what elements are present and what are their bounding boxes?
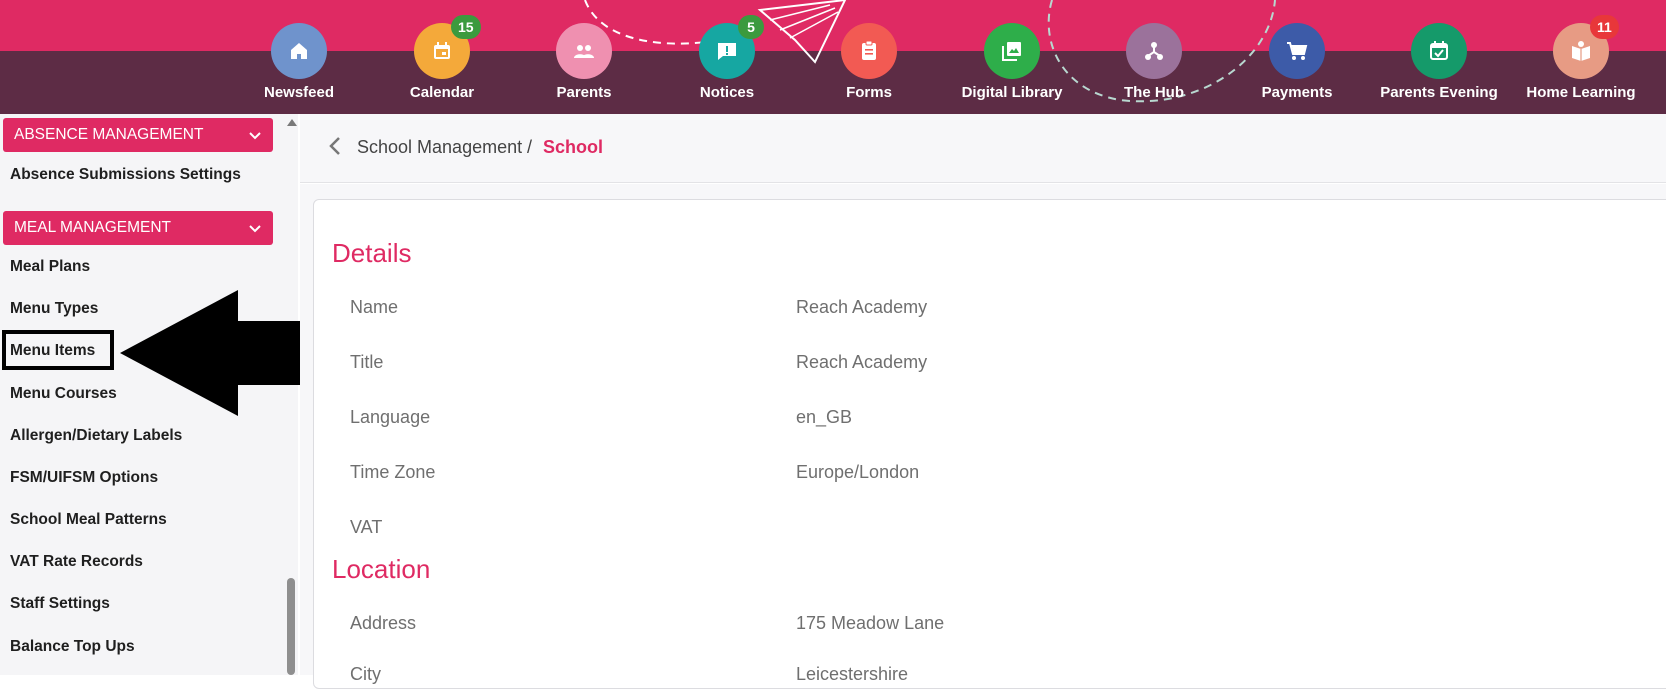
meal-management-header-label: MEAL MANAGEMENT xyxy=(14,219,172,236)
sidebar-item-menu-courses[interactable]: Menu Courses xyxy=(10,385,117,403)
nav-calendar[interactable]: 15 Calendar xyxy=(371,15,513,105)
nav-digital-library-circle xyxy=(984,23,1040,79)
sidebar-item-vat-rate-records[interactable]: VAT Rate Records xyxy=(10,553,143,571)
sidebar-item-school-meal-patterns[interactable]: School Meal Patterns xyxy=(10,511,167,529)
event-check-icon xyxy=(1430,41,1448,60)
nav-forms-circle xyxy=(841,23,897,79)
nav-payments[interactable]: Payments xyxy=(1226,23,1368,105)
school-details-card xyxy=(313,199,1666,689)
sidebar-item-absence-submissions-settings[interactable]: Absence Submissions Settings xyxy=(10,166,241,184)
field-label-name: Name xyxy=(350,297,399,317)
nav-notices-label: Notices xyxy=(699,84,755,101)
nav-digital-library[interactable]: Digital Library xyxy=(941,23,1083,105)
nav-calendar-label: Calendar xyxy=(409,84,475,101)
home-icon xyxy=(291,43,307,59)
nav-parents-label: Parents xyxy=(556,84,612,101)
people-icon xyxy=(574,45,594,58)
calendar-icon xyxy=(434,42,450,59)
chevron-left-icon[interactable] xyxy=(326,134,344,158)
field-value-name: Reach Academy xyxy=(796,297,928,317)
field-label-time-zone: Time Zone xyxy=(350,462,436,482)
sidebar-item-meal-plans[interactable]: Meal Plans xyxy=(10,258,90,276)
field-value-title: Reach Academy xyxy=(796,352,928,372)
nav-home-learning-label: Home Learning xyxy=(1526,84,1636,101)
chevron-down-icon xyxy=(249,225,261,233)
field-value-language: en_GB xyxy=(796,407,853,427)
nav-the-hub-label: The Hub xyxy=(1124,84,1184,101)
nav-newsfeed-label: Newsfeed xyxy=(263,84,335,101)
cart-icon xyxy=(1287,42,1308,60)
home-learning-count-badge: 11 xyxy=(1590,15,1619,39)
nav-forms-label: Forms xyxy=(846,84,892,101)
nav-parents-circle xyxy=(556,23,612,79)
nav-parents-evening-circle xyxy=(1411,23,1467,79)
nav-payments-label: Payments xyxy=(1261,84,1333,101)
field-label-title: Title xyxy=(350,352,384,372)
breadcrumb-parent-link[interactable]: School Management xyxy=(357,137,522,158)
absence-management-header[interactable]: ABSENCE MANAGEMENT xyxy=(3,118,273,152)
scroll-up-arrow-icon[interactable] xyxy=(287,119,297,126)
breadcrumb-current: School xyxy=(543,137,604,157)
field-label-language: Language xyxy=(350,407,431,427)
field-label-address: Address xyxy=(350,613,417,633)
sidebar-item-staff-settings[interactable]: Staff Settings xyxy=(10,595,110,613)
location-section-title: Location xyxy=(332,554,431,584)
sidebar-item-allergen-dietary-labels[interactable]: Allergen/Dietary Labels xyxy=(10,427,182,445)
field-value-time-zone: Europe/London xyxy=(796,462,920,482)
nav-the-hub[interactable]: The Hub xyxy=(1083,23,1225,105)
nav-parents[interactable]: Parents xyxy=(513,23,655,105)
details-section-title: Details xyxy=(332,238,412,268)
nav-parents-evening-label: Parents Evening xyxy=(1380,84,1498,101)
sidebar-scrollbar-thumb[interactable] xyxy=(287,578,295,675)
chevron-down-icon xyxy=(249,132,261,140)
field-value-address: 175 Meadow Lane xyxy=(796,613,945,633)
meal-management-header[interactable]: MEAL MANAGEMENT xyxy=(3,211,273,245)
nav-forms[interactable]: Forms xyxy=(798,23,940,105)
nav-notices[interactable]: 5 Notices xyxy=(656,15,798,105)
clipboard-icon xyxy=(862,40,876,60)
nav-newsfeed[interactable]: Newsfeed xyxy=(228,23,370,105)
sidebar-item-balance-top-ups[interactable]: Balance Top Ups xyxy=(10,638,135,656)
nav-home-learning[interactable]: 11 Home Learning xyxy=(1510,15,1652,105)
menu-items-highlight-box xyxy=(2,330,114,370)
sidebar-item-fsm-uifsm-options[interactable]: FSM/UIFSM Options xyxy=(10,469,158,487)
sidebar-item-menu-types[interactable]: Menu Types xyxy=(10,300,98,318)
nav-digital-library-label: Digital Library xyxy=(961,84,1063,101)
breadcrumb-separator: / xyxy=(527,137,533,157)
nav-the-hub-circle xyxy=(1126,23,1182,79)
absence-management-header-label: ABSENCE MANAGEMENT xyxy=(14,126,204,143)
photo-library-icon xyxy=(1002,42,1021,61)
hub-icon xyxy=(1145,42,1163,60)
notices-count-badge: 5 xyxy=(738,15,764,39)
calendar-count-badge: 15 xyxy=(451,15,481,39)
field-label-vat: VAT xyxy=(350,517,383,537)
nav-parents-evening[interactable]: Parents Evening xyxy=(1368,23,1510,105)
top-navigation: Newsfeed 15 Calendar Parents 5 Notices F… xyxy=(0,0,1666,114)
nav-payments-circle xyxy=(1269,23,1325,79)
nav-newsfeed-circle xyxy=(271,23,327,79)
book-icon xyxy=(1572,41,1590,61)
notice-icon xyxy=(718,43,736,60)
